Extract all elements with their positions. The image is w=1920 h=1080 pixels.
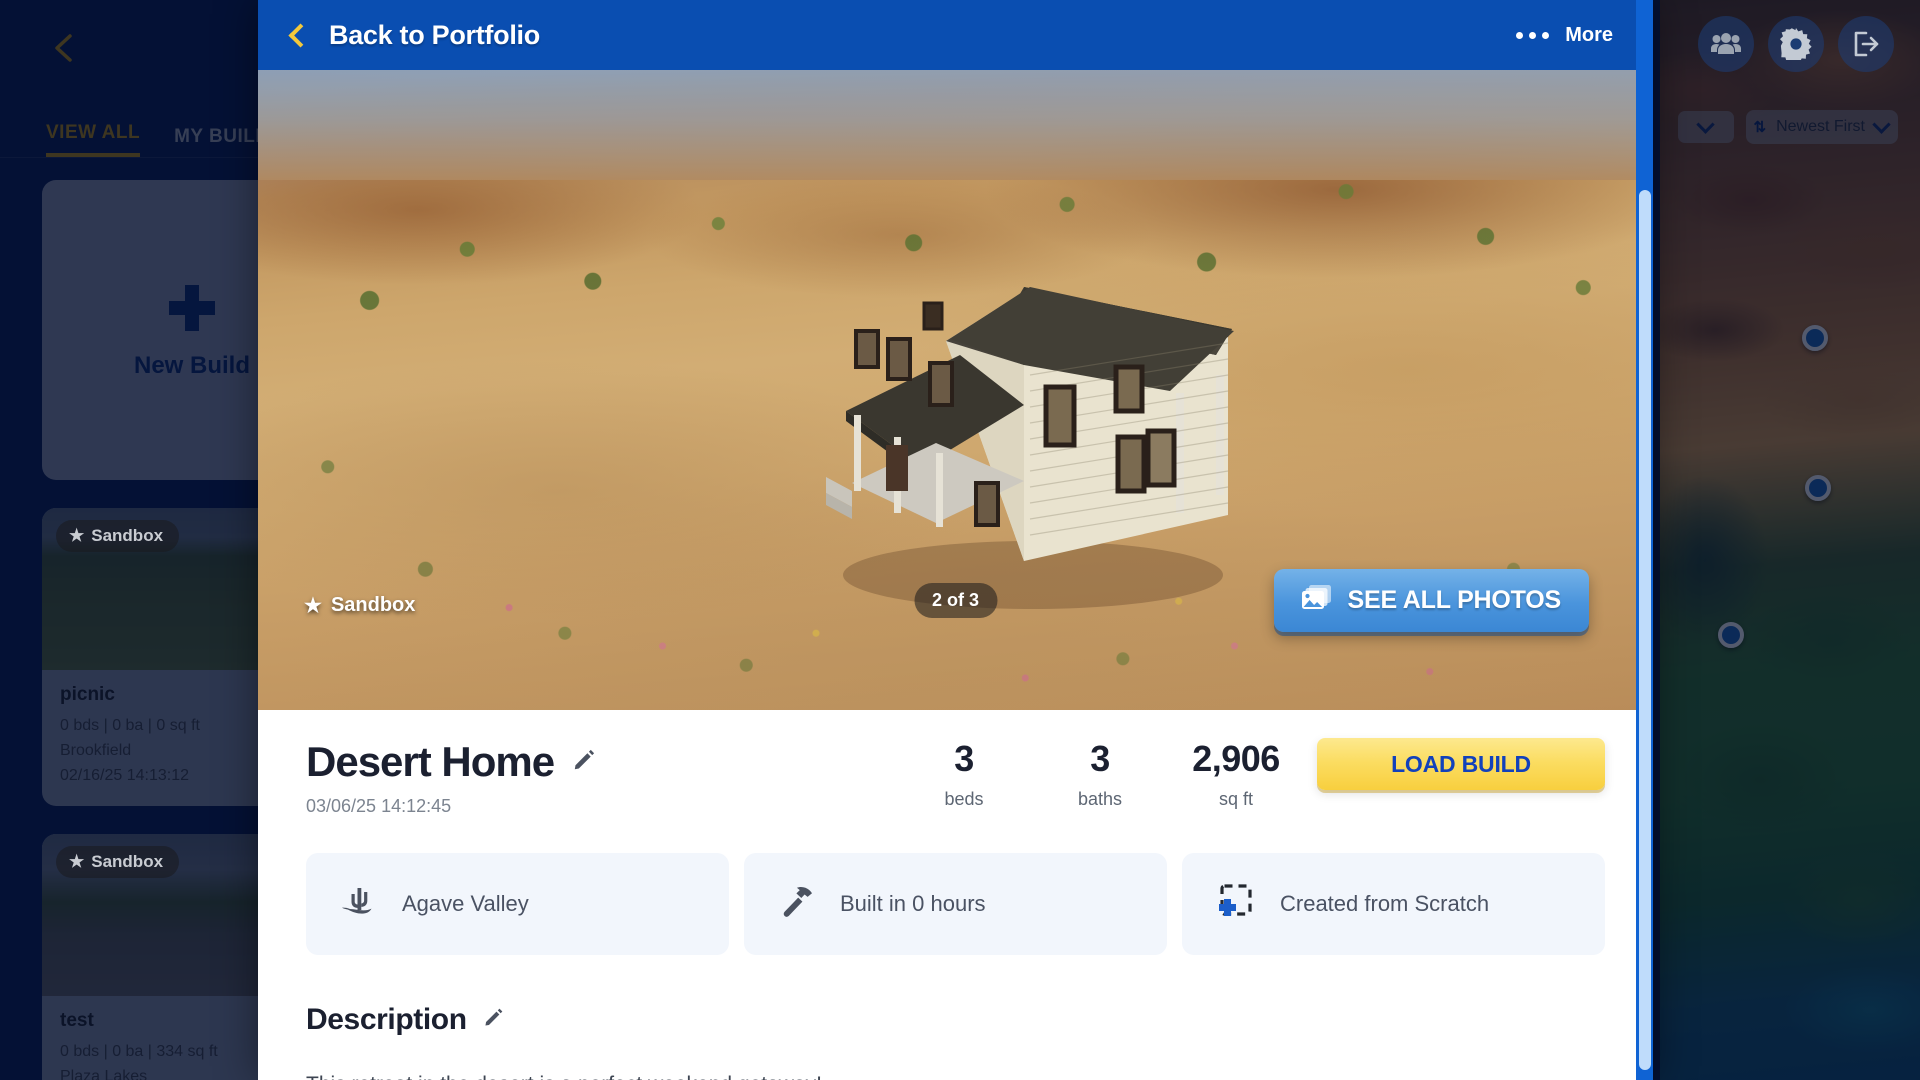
stat-beds-label: beds xyxy=(944,789,984,809)
chip-origin: Created from Scratch xyxy=(1182,853,1605,955)
build-detail-modal: Back to Portfolio More ★ Sandbox 2 of 3 … xyxy=(258,0,1653,1080)
back-button-label: Back to Portfolio xyxy=(329,19,540,50)
stat-baths: 3 baths xyxy=(1032,738,1168,810)
see-all-photos-button[interactable]: SEE ALL PHOTOS xyxy=(1273,569,1589,632)
hero-image[interactable]: ★ Sandbox 2 of 3 SEE ALL PHOTOS xyxy=(258,70,1653,710)
photo-counter: 2 of 3 xyxy=(913,583,998,618)
build-attribute-chips: Agave Valley Built in 0 hours Created fr… xyxy=(306,853,1605,955)
modal-header: Back to Portfolio More xyxy=(258,0,1653,70)
title-block: Desert Home 03/06/25 14:12:45 xyxy=(306,738,866,817)
star-icon: ★ xyxy=(69,526,85,545)
chip-origin-label: Created from Scratch xyxy=(1280,891,1490,916)
details-header-row: Desert Home 03/06/25 14:12:45 3 beds 3 b… xyxy=(306,738,1605,817)
description-header: Description xyxy=(306,1003,1605,1037)
build-details: Desert Home 03/06/25 14:12:45 3 beds 3 b… xyxy=(258,710,1653,1080)
see-all-photos-label: SEE ALL PHOTOS xyxy=(1347,586,1562,614)
chevron-left-icon xyxy=(288,22,313,48)
status-badge: ★ Sandbox xyxy=(56,520,180,552)
star-icon: ★ xyxy=(69,852,85,872)
gear-icon[interactable] xyxy=(1768,16,1824,72)
more-button-label: More xyxy=(1565,23,1613,46)
chip-build-time-label: Built in 0 hours xyxy=(840,891,986,916)
pencil-icon[interactable] xyxy=(572,748,596,777)
build-stats: 3 beds 3 baths 2,906 sq ft xyxy=(896,738,1304,810)
page-title: Desert Home xyxy=(306,738,555,785)
star-icon: ★ xyxy=(304,595,322,617)
chip-location: Agave Valley xyxy=(306,853,729,955)
cactus-icon xyxy=(340,882,380,927)
sandbox-badge-label: Sandbox xyxy=(330,594,416,616)
stat-baths-label: baths xyxy=(1077,789,1123,809)
stat-sqft-value: 2,906 xyxy=(1192,738,1280,779)
ellipsis-icon xyxy=(1516,31,1550,39)
stat-sqft-label: sq ft xyxy=(1218,789,1253,809)
back-to-portfolio-button[interactable]: Back to Portfolio xyxy=(288,19,540,51)
title-line: Desert Home xyxy=(306,738,866,786)
description-text: This retreat in the desert is a perfect … xyxy=(306,1073,1605,1080)
app-root: VIEW ALL MY BUILDS New Build ★ Sandbox xyxy=(0,0,1920,1080)
chip-build-time: Built in 0 hours xyxy=(744,853,1167,955)
pencil-icon[interactable] xyxy=(483,1007,504,1033)
hammer-icon xyxy=(778,882,818,927)
status-badge: ★ Sandbox xyxy=(56,846,180,879)
modal-scrollbar[interactable] xyxy=(1636,0,1653,1080)
scrollbar-thumb[interactable] xyxy=(1639,190,1651,1070)
app-icon-bar xyxy=(1698,16,1894,72)
status-badge-label: Sandbox xyxy=(91,852,164,872)
create-from-scratch-icon xyxy=(1216,882,1258,927)
logout-icon[interactable] xyxy=(1838,16,1894,72)
more-button[interactable]: More xyxy=(1516,24,1613,47)
friends-icon[interactable] xyxy=(1698,16,1754,72)
sandbox-badge: ★ Sandbox xyxy=(304,593,415,618)
chip-location-label: Agave Valley xyxy=(402,891,529,916)
background-mountains xyxy=(258,70,1653,180)
stat-beds-value: 3 xyxy=(954,738,974,779)
load-build-button[interactable]: LOAD BUILD xyxy=(1317,738,1605,790)
photos-stack-icon xyxy=(1301,585,1332,616)
stat-baths-value: 3 xyxy=(1090,738,1110,779)
status-badge-label: Sandbox xyxy=(91,526,164,545)
house-render xyxy=(826,287,1234,609)
build-timestamp: 03/06/25 14:12:45 xyxy=(306,796,452,816)
description-heading: Description xyxy=(306,1003,467,1036)
stat-sqft: 2,906 sq ft xyxy=(1168,738,1304,810)
stat-beds: 3 beds xyxy=(896,738,1032,810)
